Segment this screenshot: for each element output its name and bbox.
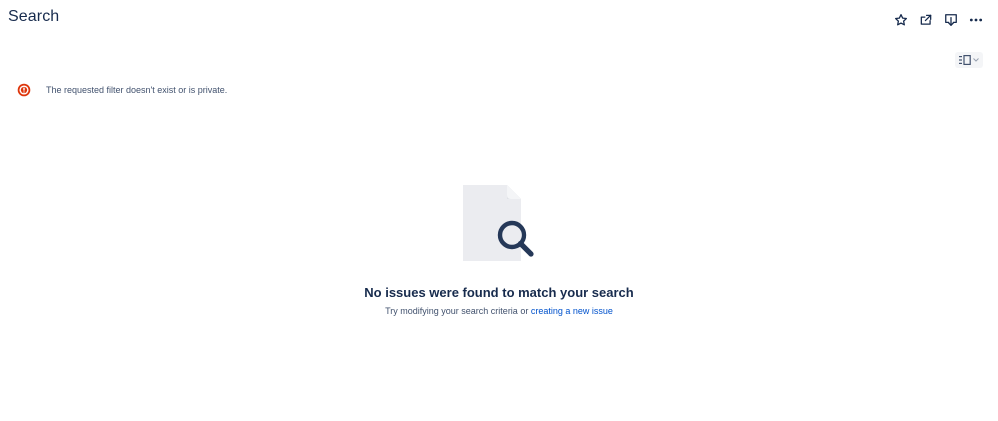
empty-state: No issues were found to match your searc… <box>0 183 998 316</box>
list-detail-view-icon <box>959 55 971 65</box>
page-title: Search <box>8 8 60 25</box>
chevron-down-icon <box>973 58 979 62</box>
error-text: The requested filter doesn't exist or is… <box>46 85 228 95</box>
star-icon[interactable] <box>893 12 909 28</box>
search-page: Search The requested filter doesn't exis… <box>0 0 998 421</box>
export-icon[interactable] <box>943 12 959 28</box>
view-toggle-button[interactable] <box>955 52 983 68</box>
error-message: The requested filter doesn't exist or is… <box>17 83 227 97</box>
header-actions <box>893 12 984 28</box>
empty-state-subtext: Try modifying your search criteria or cr… <box>385 306 613 316</box>
empty-state-heading: No issues were found to match your searc… <box>364 285 634 300</box>
empty-state-subtext-prefix: Try modifying your search criteria or <box>385 306 531 316</box>
create-issue-link[interactable]: creating a new issue <box>531 306 613 316</box>
no-results-illustration <box>463 185 534 261</box>
error-icon <box>17 83 31 97</box>
more-icon[interactable] <box>968 12 984 28</box>
share-icon[interactable] <box>918 12 934 28</box>
